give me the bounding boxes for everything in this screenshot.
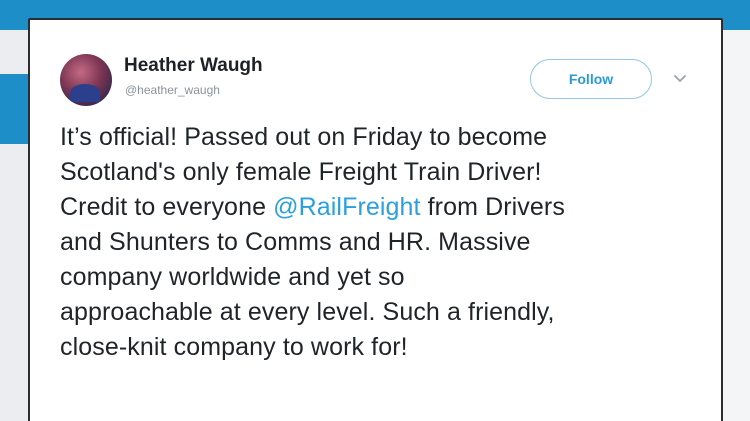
tweet-line: approachable at every level. Such a frie… [60,298,555,326]
tweet-line: Credit to everyone @RailFreight from Dri… [60,190,700,225]
tweet-line: and Shunters to Comms and HR. Massive [60,228,531,256]
mention-link[interactable]: @RailFreight [273,193,420,221]
background-right-panel [720,30,750,421]
author-handle[interactable]: @heather_waugh [125,83,220,97]
chevron-down-icon[interactable] [671,69,689,87]
tweet-text-fragment: from Drivers [420,193,565,221]
tweet-line: Scotland's only female Freight Train Dri… [60,158,542,186]
screenshot-stage: Heather Waugh @heather_waugh Follow It’s… [0,0,750,421]
tweet-text: It’s official! Passed out on Friday to b… [60,120,700,365]
avatar[interactable] [60,54,112,106]
tweet-card: Heather Waugh @heather_waugh Follow It’s… [28,18,723,421]
author-name[interactable]: Heather Waugh [124,55,263,77]
tweet-line: It’s official! Passed out on Friday to b… [60,123,548,151]
follow-button[interactable]: Follow [530,59,652,99]
tweet-line: company worldwide and yet so [60,263,405,291]
tweet-line: close-knit company to work for! [60,333,408,361]
tweet-text-fragment: Credit to everyone [60,193,274,221]
